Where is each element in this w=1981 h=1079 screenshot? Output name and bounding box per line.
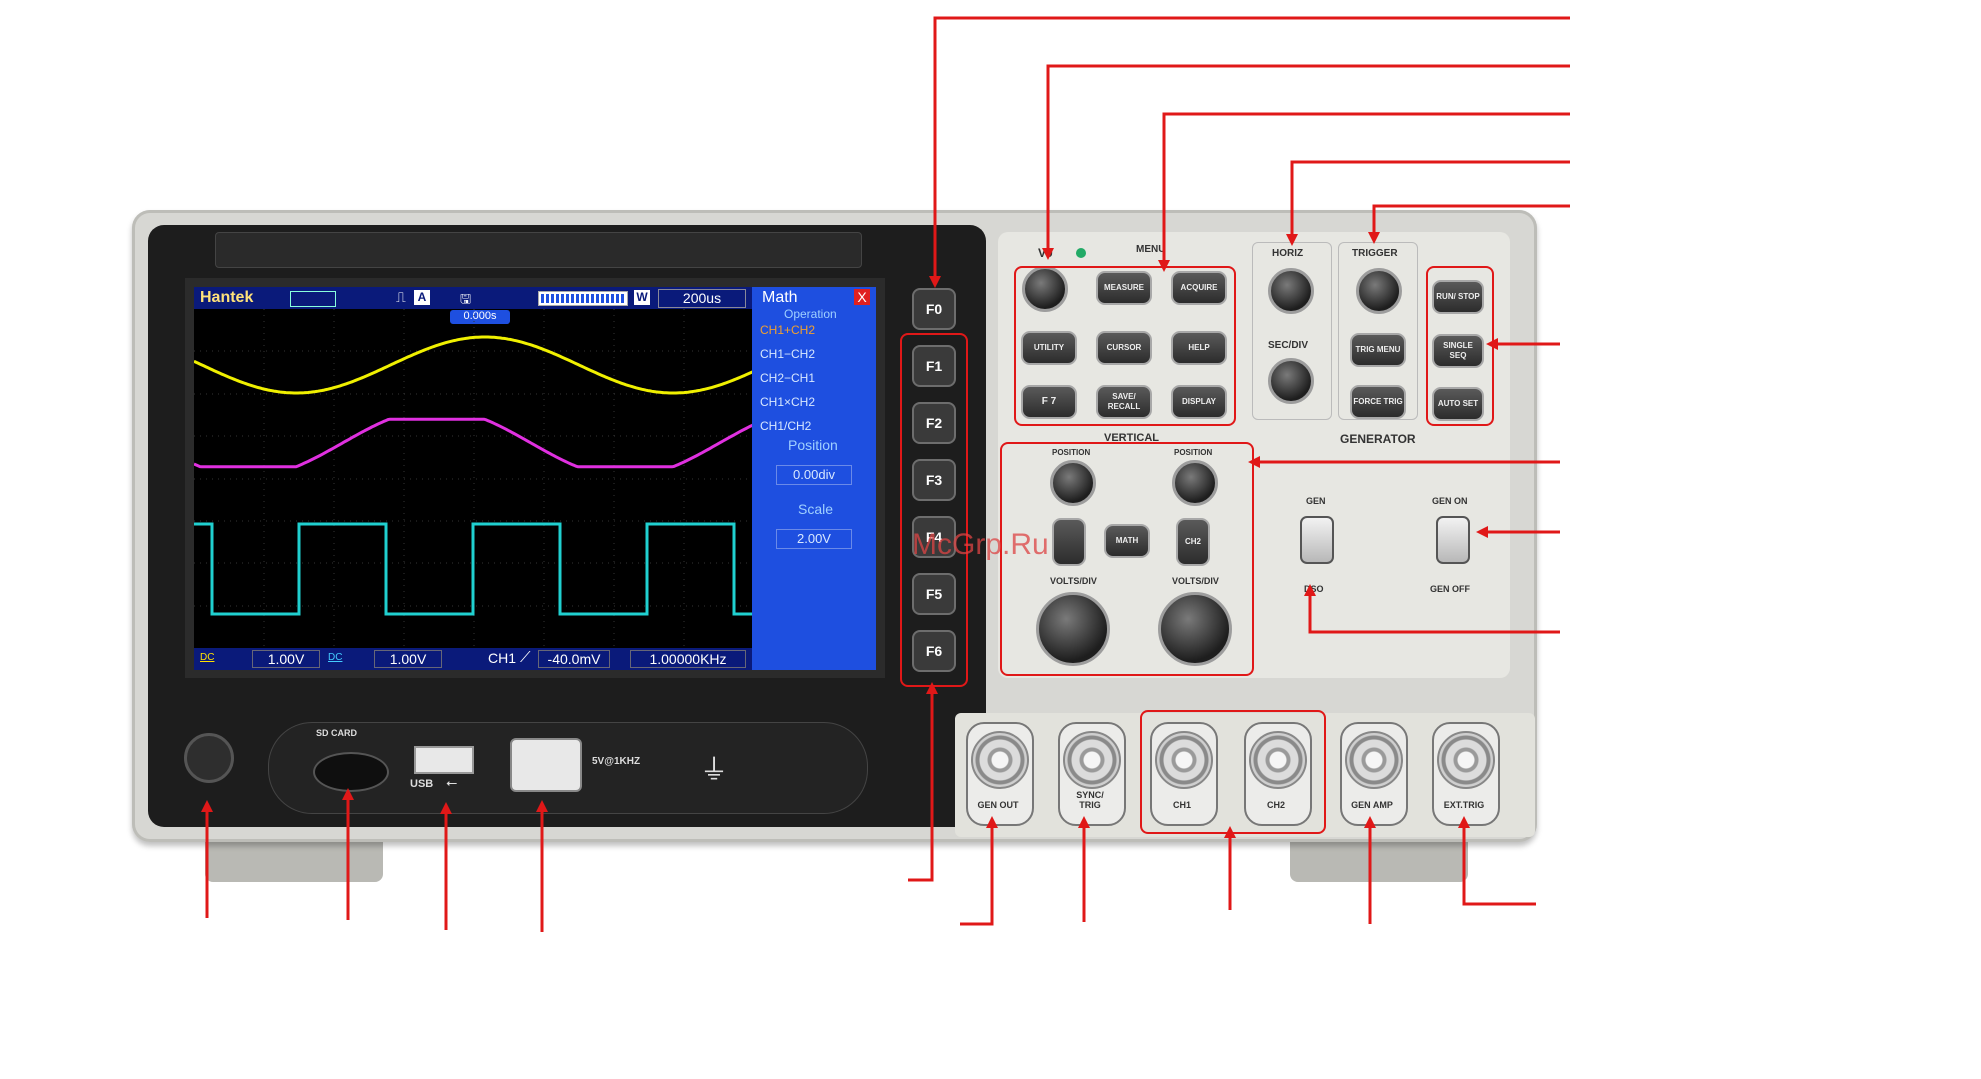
callout-trigger (1372, 204, 1570, 236)
arrowhead (536, 800, 548, 812)
arrowhead (201, 800, 213, 812)
arrowhead (1078, 816, 1090, 828)
arrowhead (926, 682, 938, 694)
arrowhead (1364, 816, 1376, 828)
arrowhead (1368, 232, 1380, 244)
callout-v0 (1046, 64, 1570, 252)
arrowhead (1158, 260, 1170, 272)
callout-ext-trig (1462, 824, 1536, 906)
diagram-stage: Hantek ⎍ A 🖫 W 200us 0.000s DC 1.00V DC … (0, 0, 1981, 1079)
callout-dso (1308, 592, 1560, 634)
arrowhead (1486, 338, 1498, 350)
arrowhead (1224, 826, 1236, 838)
arrowhead (986, 816, 998, 828)
arrowhead (1304, 584, 1316, 596)
arrowhead (1476, 526, 1488, 538)
callout-horiz (1290, 160, 1570, 238)
arrowhead (1286, 234, 1298, 246)
arrowhead (1042, 248, 1054, 260)
callout-gen-out (960, 824, 994, 926)
arrowhead (929, 276, 941, 288)
arrowhead (342, 788, 354, 800)
callout-f-keys (908, 690, 934, 882)
arrowhead (1458, 816, 1470, 828)
callout-menu (1162, 112, 1570, 264)
arrowhead (1248, 456, 1260, 468)
callout-f0 (933, 16, 1570, 280)
arrowhead (440, 802, 452, 814)
callout-lines (201, 16, 1570, 932)
